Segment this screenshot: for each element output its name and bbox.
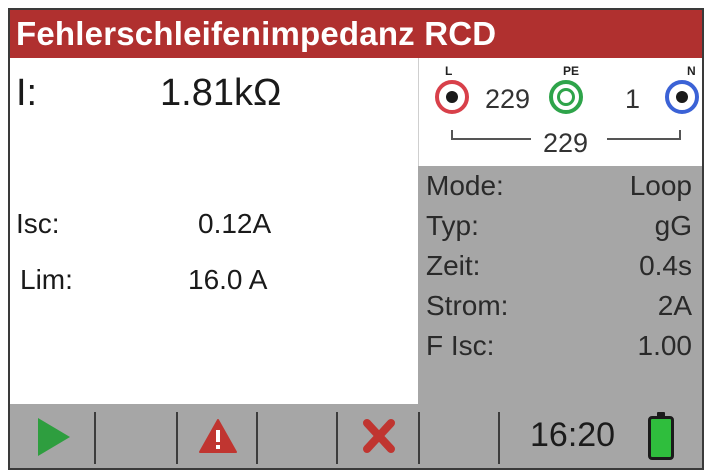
lim-value: 16.0 A (188, 264, 268, 295)
param-row-zeit: Zeit: 0.4s (418, 250, 702, 290)
terminal-n-icon (665, 80, 699, 114)
voltage-pe-n: 1 (625, 84, 641, 114)
terminal-l-letter: L (445, 64, 453, 78)
param-key: F Isc: (426, 330, 495, 361)
info-pane: L PE N 229 1 229 Mode: Loop Typ: gG Zeit… (418, 58, 702, 404)
battery-icon (648, 412, 674, 460)
title-bar: Fehlerschleifenimpedanz RCD (10, 10, 702, 58)
warning-button[interactable] (178, 404, 256, 468)
param-key: Zeit: (426, 250, 481, 281)
soft-key-bar: 16:20 (10, 404, 702, 468)
cancel-button[interactable] (338, 404, 418, 468)
bracket-right (607, 130, 681, 140)
terminal-pe-icon (549, 80, 583, 114)
param-row-f-isc: F Isc: 1.00 (418, 330, 702, 370)
param-row-mode: Mode: Loop (418, 170, 702, 210)
warning-icon (199, 419, 237, 453)
cancel-x-icon (363, 419, 395, 453)
param-value: Loop (629, 170, 692, 201)
param-key: Strom: (426, 290, 509, 321)
soft-key-2[interactable] (96, 404, 176, 468)
param-value: 1.00 (637, 330, 693, 361)
param-row-typ: Typ: gG (418, 210, 702, 250)
param-value: gG (654, 210, 692, 241)
isc-label: Isc: (16, 208, 60, 239)
soft-key-4[interactable] (258, 404, 336, 468)
terminal-voltages: L PE N 229 1 229 (418, 58, 702, 166)
isc-value: 0.12A (198, 208, 272, 239)
start-button[interactable] (10, 404, 94, 468)
bracket-left (451, 130, 531, 140)
terminal-pe-letter: PE (563, 64, 580, 78)
main-measurement-label: I: (16, 72, 38, 114)
voltage-l-pe: 229 (485, 84, 531, 114)
param-value: 0.4s (639, 250, 692, 281)
terminal-l-icon (435, 80, 469, 114)
param-key: Typ: (426, 210, 479, 241)
param-row-strom: Strom: 2A (418, 290, 702, 330)
measurement-pane: I: 1.81kΩ Isc: 0.12A Lim: 16.0 A (10, 58, 418, 404)
play-icon (38, 418, 70, 456)
voltage-l-n: 229 (543, 128, 589, 158)
soft-key-6[interactable] (420, 404, 498, 468)
main-measurement-value: 1.81kΩ (160, 72, 282, 114)
tester-display: Fehlerschleifenimpedanz RCD I: 1.81kΩ Is… (0, 0, 712, 471)
param-value: 2A (657, 290, 692, 321)
lim-label: Lim: (20, 264, 73, 295)
screen: Fehlerschleifenimpedanz RCD I: 1.81kΩ Is… (8, 8, 704, 470)
clock: 16:20 (530, 416, 616, 454)
param-key: Mode: (426, 170, 504, 201)
terminal-n-letter: N (687, 64, 696, 78)
